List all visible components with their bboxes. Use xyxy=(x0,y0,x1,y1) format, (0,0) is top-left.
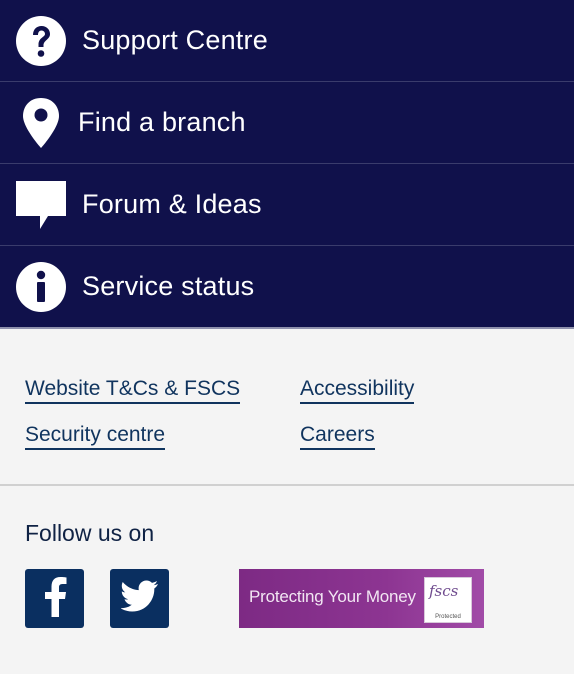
info-circle-icon xyxy=(14,260,68,314)
footer-links: Website T&Cs & FSCS Accessibility Securi… xyxy=(0,329,574,486)
facebook-icon xyxy=(40,575,70,622)
fscs-logo-text: fscs xyxy=(429,582,459,600)
speech-bubble-icon xyxy=(14,178,68,232)
fscs-logo-badge: fscs Protected xyxy=(424,577,472,623)
security-centre-link[interactable]: Security centre xyxy=(25,423,166,450)
facebook-button[interactable] xyxy=(25,569,84,628)
menu-item-find-branch[interactable]: Find a branch xyxy=(0,82,574,164)
menu-item-forum-ideas[interactable]: Forum & Ideas xyxy=(0,164,574,246)
menu-item-support-centre[interactable]: Support Centre xyxy=(0,0,574,82)
map-pin-icon xyxy=(14,96,68,150)
fscs-protection-banner[interactable]: Protecting Your Money fscs Protected xyxy=(239,569,484,628)
question-circle-icon xyxy=(14,14,68,68)
follow-section: Follow us on Protecting Your Money fscs … xyxy=(0,486,574,666)
footer-menu: Support Centre Find a branch Forum & Ide… xyxy=(0,0,574,329)
twitter-icon xyxy=(119,580,159,617)
twitter-button[interactable] xyxy=(110,569,169,628)
menu-item-service-status[interactable]: Service status xyxy=(0,246,574,329)
accessibility-link[interactable]: Accessibility xyxy=(300,377,415,404)
follow-title: Follow us on xyxy=(25,520,155,546)
fscs-banner-text: Protecting Your Money xyxy=(249,587,416,606)
menu-label-service-status: Service status xyxy=(82,271,255,301)
fscs-protected-label: Protected xyxy=(435,614,461,620)
menu-label-find-branch: Find a branch xyxy=(78,107,246,137)
menu-label-forum-ideas: Forum & Ideas xyxy=(82,189,262,219)
menu-label-support-centre: Support Centre xyxy=(82,25,268,55)
careers-link[interactable]: Careers xyxy=(300,423,375,450)
website-tcs-link[interactable]: Website T&Cs & FSCS xyxy=(25,377,241,404)
